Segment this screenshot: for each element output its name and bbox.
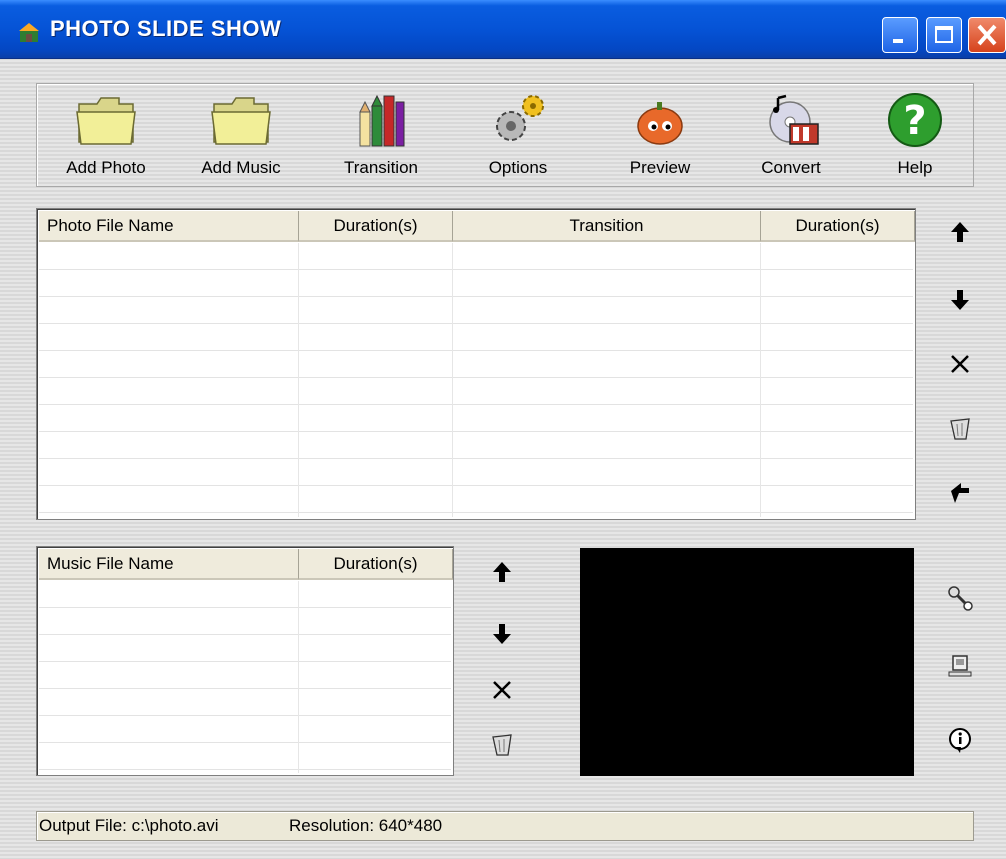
music-list[interactable]: Music File Name Duration(s) <box>36 546 454 776</box>
window-title: PHOTO SLIDE SHOW <box>50 16 282 41</box>
music-list-header: Music File Name Duration(s) <box>39 549 453 580</box>
music-clear-button[interactable] <box>482 724 522 764</box>
column-header-music-file-name[interactable]: Music File Name <box>39 549 299 580</box>
about-button[interactable] <box>940 720 980 760</box>
column-header-duration[interactable]: Duration(s) <box>299 211 453 242</box>
output-file-status: Output File: c:\photo.avi <box>39 816 219 835</box>
photo-delete-button[interactable] <box>940 344 980 384</box>
gears-icon <box>496 95 544 141</box>
pencils-icon <box>359 94 405 147</box>
music-list-rows[interactable] <box>39 581 451 773</box>
photo-clear-button[interactable] <box>940 408 980 448</box>
close-button[interactable] <box>968 17 1006 53</box>
column-divider <box>452 243 453 517</box>
close-icon <box>977 24 997 46</box>
delete-x-icon <box>493 681 511 699</box>
svg-text:?: ? <box>903 98 926 144</box>
film-cd-icon <box>769 94 819 145</box>
help-label: Help <box>897 158 933 177</box>
arrow-up-icon <box>493 562 511 582</box>
photo-move-up-button[interactable] <box>940 212 980 252</box>
options-button[interactable]: Options <box>463 90 573 182</box>
computer-icon <box>948 655 972 677</box>
help-button[interactable]: ? Help <box>875 90 955 182</box>
music-delete-button[interactable] <box>482 670 522 710</box>
arrow-down-icon <box>493 624 511 644</box>
pumpkin-icon <box>637 102 683 145</box>
arrow-down-icon <box>951 290 969 310</box>
convert-button[interactable]: Convert <box>737 90 845 182</box>
column-header-music-duration[interactable]: Duration(s) <box>299 549 453 580</box>
transition-button[interactable]: Transition <box>327 90 435 182</box>
add-music-button[interactable]: Add Music <box>183 90 299 182</box>
add-photo-label: Add Photo <box>66 158 146 177</box>
preview-button[interactable]: Preview <box>605 90 715 182</box>
help-icon: ? <box>888 93 942 147</box>
photo-list-header: Photo File Name Duration(s) Transition D… <box>39 211 915 242</box>
add-music-label: Add Music <box>201 158 281 177</box>
column-divider <box>760 243 761 517</box>
music-move-down-button[interactable] <box>482 614 522 654</box>
music-move-up-button[interactable] <box>482 552 522 592</box>
column-header-transition[interactable]: Transition <box>453 211 761 242</box>
settings-tool-button[interactable] <box>940 578 980 618</box>
column-header-transition-duration[interactable]: Duration(s) <box>761 211 915 242</box>
app-window: PHOTO SLIDE SHOW Add Photo Add Music Tra… <box>0 0 1006 859</box>
app-icon <box>19 23 39 42</box>
folder-icon <box>211 97 271 145</box>
photo-list-rows[interactable] <box>39 243 913 517</box>
info-icon <box>949 728 971 753</box>
pointer-icon <box>951 483 969 503</box>
arrow-up-icon <box>951 222 969 242</box>
minimize-icon <box>893 39 903 43</box>
photo-list[interactable]: Photo File Name Duration(s) Transition D… <box>36 208 916 520</box>
column-header-photo-file-name[interactable]: Photo File Name <box>39 211 299 242</box>
preview-label: Preview <box>629 158 691 177</box>
computer-button[interactable] <box>940 646 980 686</box>
maximize-icon <box>935 26 953 43</box>
wrench-icon <box>948 586 973 611</box>
trash-icon <box>950 418 970 440</box>
folder-icon <box>76 97 136 145</box>
resolution-status: Resolution: 640*480 <box>289 816 443 835</box>
toolbar: Add Photo Add Music Transition Options P… <box>36 83 974 187</box>
trash-icon <box>492 734 512 756</box>
maximize-button[interactable] <box>926 17 962 53</box>
status-bar: Output File: c:\photo.avi Resolution: 64… <box>36 811 974 841</box>
options-label: Options <box>488 158 548 177</box>
column-divider <box>298 581 299 773</box>
column-divider <box>298 243 299 517</box>
photo-move-down-button[interactable] <box>940 280 980 320</box>
minimize-button[interactable] <box>882 17 918 53</box>
convert-label: Convert <box>761 158 821 177</box>
photo-edit-button[interactable] <box>940 472 980 512</box>
add-photo-button[interactable]: Add Photo <box>51 90 161 182</box>
title-bar[interactable]: PHOTO SLIDE SHOW <box>0 0 1006 59</box>
delete-x-icon <box>951 355 969 373</box>
preview-pane <box>580 548 914 776</box>
transition-label: Transition <box>343 158 418 177</box>
